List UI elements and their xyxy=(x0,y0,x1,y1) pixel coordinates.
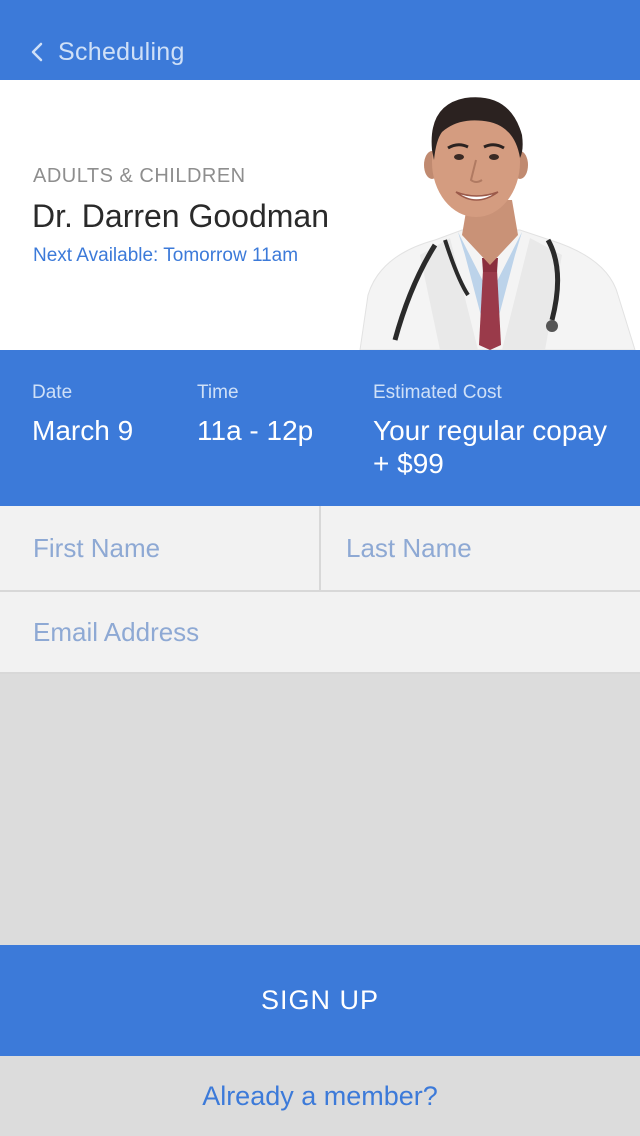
time-value: 11a - 12p xyxy=(197,415,314,446)
cost-value-line2: + $99 xyxy=(373,448,444,479)
date-label: Date xyxy=(32,382,73,403)
empty-area xyxy=(0,674,640,945)
email-field[interactable] xyxy=(33,612,593,652)
appointment-details: Date March 9 Time 11a - 12p Estimated Co… xyxy=(0,350,640,506)
chevron-left-icon xyxy=(30,30,52,74)
time-label: Time xyxy=(197,382,239,403)
signup-button[interactable]: SIGN UP xyxy=(0,945,640,1056)
last-name-field[interactable] xyxy=(346,528,616,568)
back-button[interactable]: Scheduling xyxy=(30,30,185,74)
field-divider xyxy=(319,506,321,590)
cost-label: Estimated Cost xyxy=(373,382,502,403)
appointment-date: Date March 9 xyxy=(32,382,133,447)
doctor-card: ADULTS & CHILDREN Dr. Darren Goodman Nex… xyxy=(0,80,640,350)
doctor-name: Dr. Darren Goodman xyxy=(32,198,330,234)
estimated-cost: Estimated Cost Your regular copay + $99 xyxy=(373,382,633,480)
doctor-photo xyxy=(359,97,636,350)
nav-bar: Scheduling xyxy=(0,0,640,80)
cost-value: Your regular copay + $99 xyxy=(373,414,633,480)
first-name-field[interactable] xyxy=(33,528,303,568)
appointment-time: Time 11a - 12p xyxy=(197,382,313,447)
doctor-specialty: ADULTS & CHILDREN xyxy=(33,165,246,187)
date-value: March 9 xyxy=(32,415,134,446)
signup-form xyxy=(0,506,640,674)
field-divider xyxy=(0,590,640,592)
back-button-label: Scheduling xyxy=(58,37,185,66)
already-member-link[interactable]: Already a member? xyxy=(0,1056,640,1136)
next-available-text: Next Available: Tomorrow 11am xyxy=(33,245,299,266)
cost-value-line1: Your regular copay xyxy=(373,415,608,446)
